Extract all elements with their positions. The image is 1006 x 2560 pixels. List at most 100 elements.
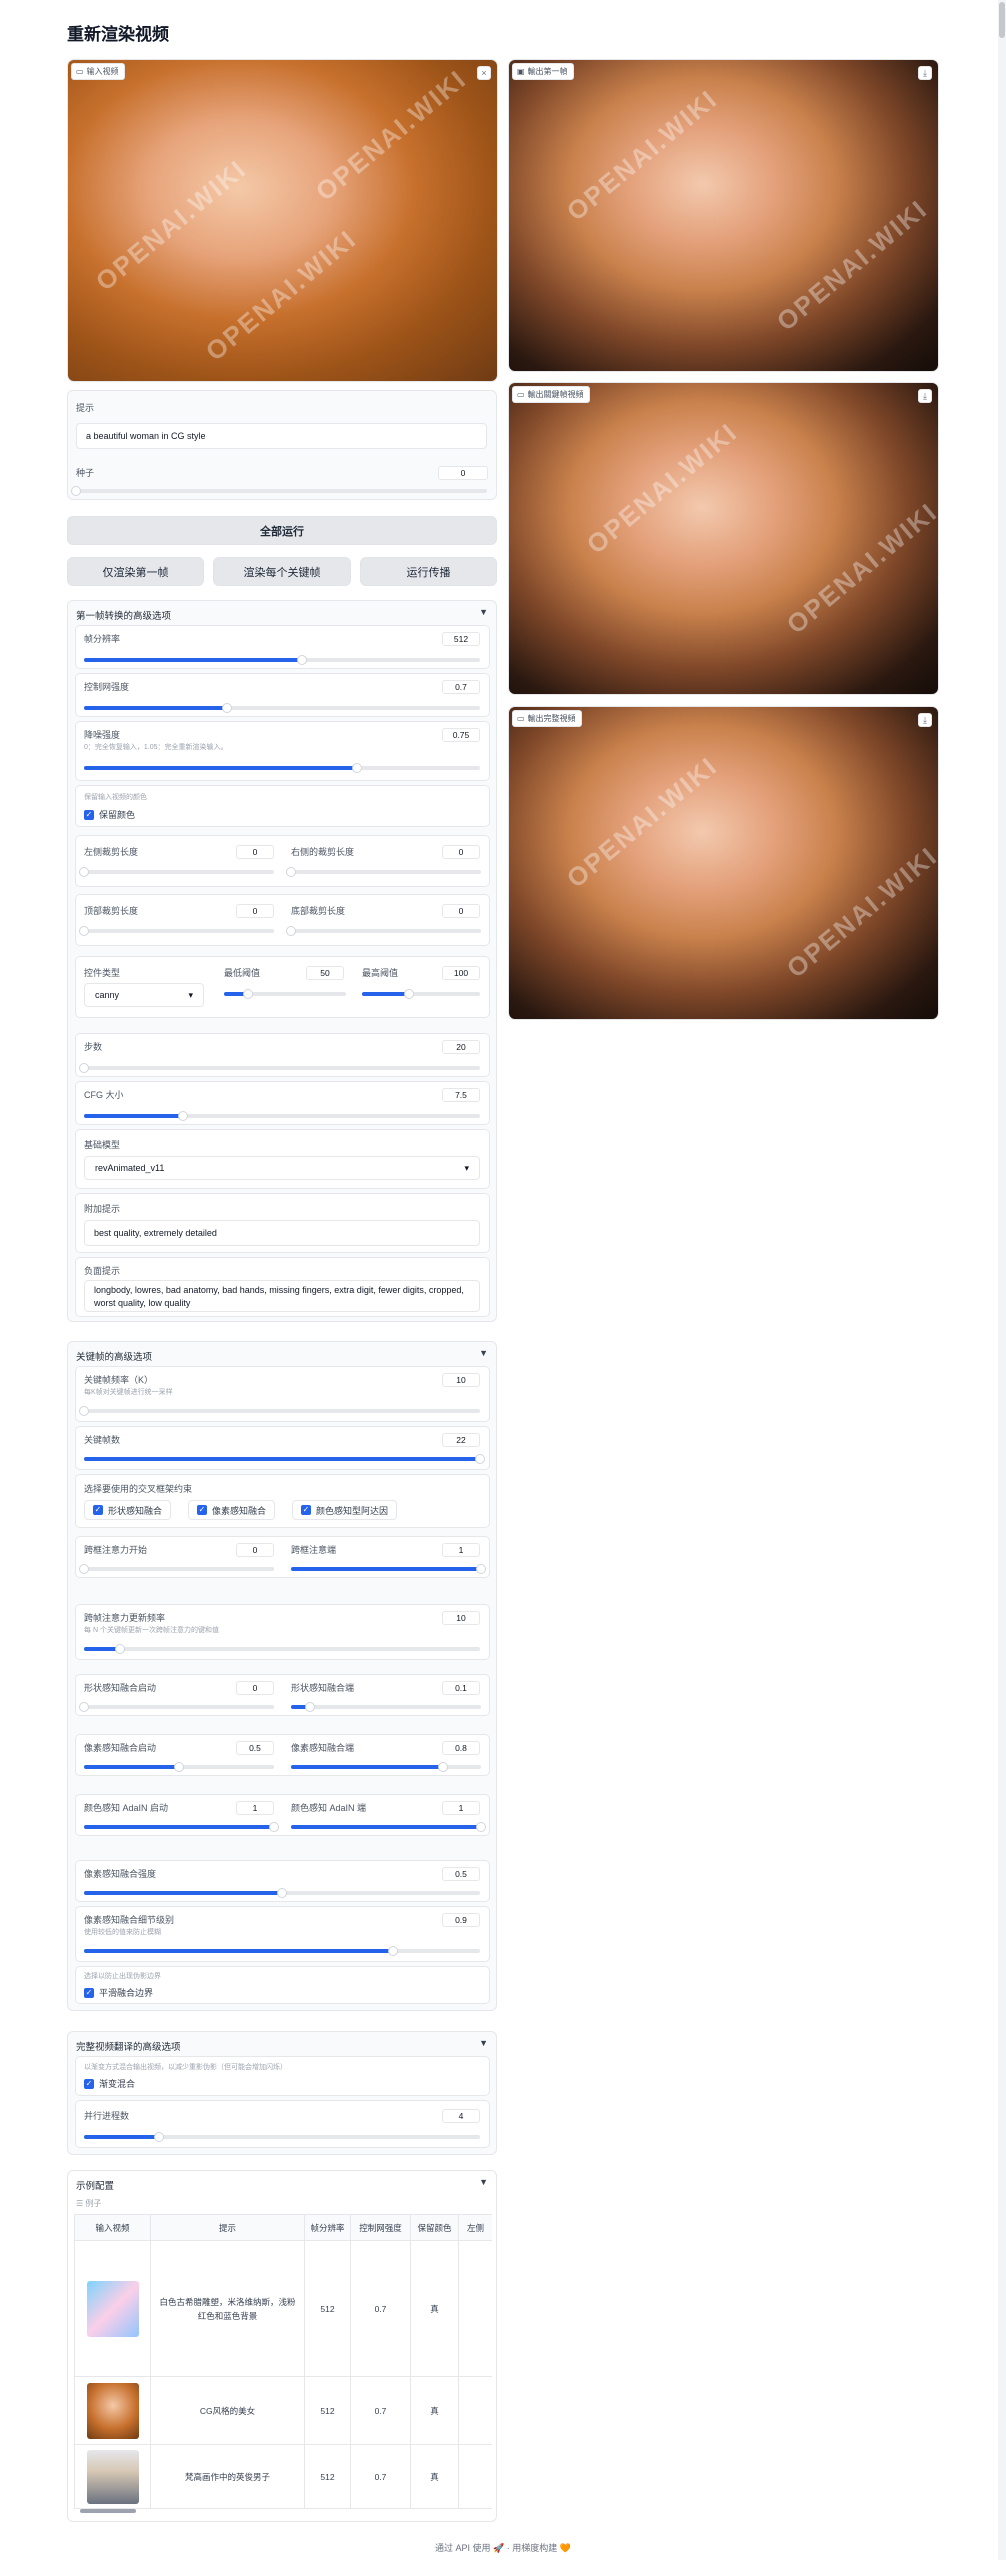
keyframe-count-input[interactable]: 22 bbox=[442, 1433, 480, 1447]
base-model-select[interactable]: revAnimated_v11 ▾ bbox=[84, 1156, 480, 1180]
crop-left-slider[interactable] bbox=[79, 867, 274, 877]
control-type-select[interactable]: canny ▾ bbox=[84, 983, 204, 1007]
constraint-pixel-checkbox[interactable]: ✓ 像素感知融合 bbox=[188, 1500, 276, 1520]
keyframe-count-slider[interactable] bbox=[84, 1454, 485, 1464]
column-header: 帧分辨率 bbox=[304, 2214, 351, 2241]
shape-end-slider[interactable] bbox=[291, 1702, 481, 1712]
crop-right-slider[interactable] bbox=[286, 867, 481, 877]
pixel-end-label: 像素感知融合端 bbox=[291, 1743, 355, 1753]
parallel-input[interactable]: 4 bbox=[442, 2109, 480, 2123]
output-full-video[interactable]: OPENAI.WIKI OPENAI.WIKI ▭ 輸出完整視頻 ⤓ bbox=[508, 706, 939, 1020]
base-model-card: 基础模型 revAnimated_v11 ▾ bbox=[75, 1129, 490, 1189]
attn-start-input[interactable]: 0 bbox=[236, 1543, 274, 1557]
control-strength-input[interactable]: 0.7 bbox=[442, 680, 480, 694]
denoise-input[interactable]: 0.75 bbox=[442, 728, 480, 742]
collapse-arrow-icon[interactable]: ▼ bbox=[479, 607, 488, 617]
first-frame-options-title[interactable]: 第一帧转换的高级选项 bbox=[76, 608, 171, 622]
attn-update-input[interactable]: 10 bbox=[442, 1611, 480, 1625]
pixel-end-slider[interactable] bbox=[291, 1762, 481, 1772]
pixel-strength-input[interactable]: 0.5 bbox=[442, 1867, 480, 1881]
crop-bottom-slider[interactable] bbox=[286, 926, 481, 936]
crop-right-input[interactable]: 0 bbox=[442, 845, 480, 859]
crop-left-input[interactable]: 0 bbox=[236, 845, 274, 859]
keyframe-interval-slider[interactable] bbox=[79, 1406, 480, 1416]
color-start-label: 颜色感知 AdaIN 启动 bbox=[84, 1803, 169, 1813]
table-row[interactable]: 白色古希腊雕塑，米洛维纳斯，浅粉红色和蓝色背景 512 0.7 真 bbox=[74, 2240, 492, 2377]
input-video[interactable]: OPENAI.WIKI OPENAI.WIKI OPENAI.WIKI ▭ 输入视… bbox=[67, 59, 498, 382]
pixel-end-input[interactable]: 0.8 bbox=[442, 1741, 480, 1755]
color-start-input[interactable]: 1 bbox=[236, 1801, 274, 1815]
color-end-input[interactable]: 1 bbox=[442, 1801, 480, 1815]
shape-start-input[interactable]: 0 bbox=[236, 1681, 274, 1695]
pixel-detail-input[interactable]: 0.9 bbox=[442, 1913, 480, 1927]
output-keyframes-video[interactable]: OPENAI.WIKI OPENAI.WIKI ▭ 輸出關鍵幀視頻 ⤓ bbox=[508, 382, 939, 695]
collapse-arrow-icon[interactable]: ▼ bbox=[479, 1348, 488, 1358]
preserve-color-checkbox[interactable]: ✓ 保留颜色 bbox=[84, 808, 135, 821]
examples-table-wrap[interactable]: 输入视频 提示 帧分辨率 控制网强度 保留颜色 左侧 白色古希腊雕塑，米洛维纳斯… bbox=[74, 2214, 492, 2514]
full-video-options-title[interactable]: 完整视频翻译的高级选项 bbox=[76, 2039, 181, 2053]
high-threshold-slider[interactable] bbox=[362, 989, 480, 999]
keyframe-interval-input[interactable]: 10 bbox=[442, 1373, 480, 1387]
constraint-color-checkbox[interactable]: ✓ 颜色感知型阿达因 bbox=[292, 1500, 398, 1520]
attn-end-input[interactable]: 1 bbox=[442, 1543, 480, 1557]
run-propagation-button[interactable]: 运行传播 bbox=[360, 557, 497, 586]
example-resolution: 512 bbox=[304, 2240, 351, 2377]
collapse-arrow-icon[interactable]: ▼ bbox=[479, 2038, 488, 2048]
constraint-shape-checkbox[interactable]: ✓ 形状感知融合 bbox=[84, 1500, 172, 1520]
cfg-slider[interactable] bbox=[84, 1111, 480, 1121]
cfg-input[interactable]: 7.5 bbox=[442, 1088, 480, 1102]
denoise-slider[interactable] bbox=[84, 763, 480, 773]
attn-update-slider[interactable] bbox=[84, 1644, 480, 1654]
page-scrollbar[interactable] bbox=[998, 0, 1006, 2560]
low-threshold-slider[interactable] bbox=[224, 989, 346, 999]
pixel-start-slider[interactable] bbox=[84, 1762, 274, 1772]
prompt-input[interactable]: a beautiful woman in CG style bbox=[76, 423, 487, 449]
shape-start-slider[interactable] bbox=[79, 1702, 274, 1712]
render-keyframes-button[interactable]: 渲染每个关键帧 bbox=[213, 557, 351, 586]
gradient-checkbox[interactable]: ✓ 渐变混合 bbox=[84, 2077, 135, 2090]
shape-end-input[interactable]: 0.1 bbox=[442, 1681, 480, 1695]
crop-bottom-label: 底部裁剪长度 bbox=[291, 906, 346, 916]
horizontal-scrollbar[interactable] bbox=[80, 2509, 136, 2513]
color-start-slider[interactable] bbox=[84, 1822, 279, 1832]
download-icon[interactable]: ⤓ bbox=[918, 713, 932, 727]
high-threshold-input[interactable]: 100 bbox=[442, 966, 480, 980]
examples-title[interactable]: 示例配置 bbox=[76, 2178, 114, 2192]
crop-bottom-input[interactable]: 0 bbox=[442, 904, 480, 918]
example-keep-color: 真 bbox=[410, 2376, 459, 2445]
resolution-input[interactable]: 512 bbox=[442, 632, 480, 646]
attn-end-slider[interactable] bbox=[291, 1564, 486, 1574]
page-title: 重新渲染视频 bbox=[67, 25, 169, 44]
constraints-card: 选择要使用的交叉框架约束 ✓ 形状感知融合 ✓ 像素感知融合 ✓ 颜色感知型阿达因 bbox=[75, 1474, 490, 1528]
shape-end-label: 形状感知融合端 bbox=[291, 1683, 355, 1693]
color-end-slider[interactable] bbox=[291, 1822, 486, 1832]
crop-top-input[interactable]: 0 bbox=[236, 904, 274, 918]
attn-start-slider[interactable] bbox=[79, 1564, 274, 1574]
low-threshold-input[interactable]: 50 bbox=[306, 966, 344, 980]
pixel-detail-slider[interactable] bbox=[84, 1946, 480, 1956]
smooth-boundary-checkbox[interactable]: ✓ 平滑融合边界 bbox=[84, 1986, 153, 1999]
parallel-label: 并行进程数 bbox=[84, 2111, 130, 2121]
column-header: 控制网强度 bbox=[350, 2214, 411, 2241]
seed-input[interactable]: 0 bbox=[438, 466, 488, 480]
steps-slider[interactable] bbox=[79, 1063, 480, 1073]
render-first-frame-button[interactable]: 仅渲染第一帧 bbox=[67, 557, 204, 586]
close-icon[interactable]: × bbox=[477, 66, 491, 80]
pixel-start-input[interactable]: 0.5 bbox=[236, 1741, 274, 1755]
download-icon[interactable]: ⤓ bbox=[918, 389, 932, 403]
parallel-slider[interactable] bbox=[84, 2132, 480, 2142]
keyframe-options-title[interactable]: 关键帧的高级选项 bbox=[76, 1349, 152, 1363]
resolution-slider[interactable] bbox=[84, 655, 480, 665]
crop-top-slider[interactable] bbox=[79, 926, 274, 936]
seed-slider[interactable] bbox=[71, 486, 487, 496]
control-strength-slider[interactable] bbox=[84, 703, 480, 713]
steps-input[interactable]: 20 bbox=[442, 1040, 480, 1054]
added-prompt-input[interactable]: best quality, extremely detailed bbox=[84, 1220, 480, 1246]
collapse-arrow-icon[interactable]: ▼ bbox=[479, 2177, 488, 2187]
run-all-button[interactable]: 全部运行 bbox=[67, 516, 497, 545]
download-icon[interactable]: ⤓ bbox=[918, 66, 932, 80]
table-row[interactable]: CG风格的美女 512 0.7 真 bbox=[74, 2376, 492, 2445]
negative-prompt-input[interactable]: longbody, lowres, bad anatomy, bad hands… bbox=[84, 1280, 480, 1312]
pixel-strength-slider[interactable] bbox=[84, 1888, 480, 1898]
table-row[interactable]: 梵高画作中的英俊男子 512 0.7 真 bbox=[74, 2444, 492, 2509]
